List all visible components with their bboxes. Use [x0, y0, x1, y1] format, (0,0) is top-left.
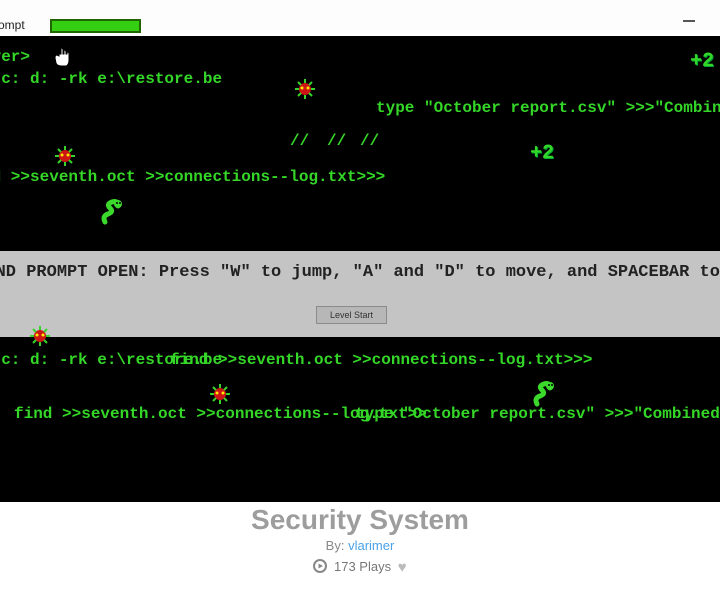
- instruction-overlay: MMAND PROMPT OPEN: Press "W" to jump, "A…: [0, 251, 720, 337]
- stage-text-slashes1: //: [290, 132, 309, 150]
- virus-sprite: [295, 79, 315, 99]
- plays-count: 173 Plays: [334, 559, 391, 574]
- plays-icon: [313, 559, 327, 576]
- stage-text-slashes2: //: [327, 132, 346, 150]
- snake-sprite: [100, 198, 124, 226]
- pointer-cursor-icon: [53, 45, 71, 67]
- stage-text-type1: type "October report.csv" >>>"Combined r…: [376, 99, 720, 117]
- score-plus2-b: +2: [530, 142, 554, 165]
- virus-sprite: [210, 384, 230, 404]
- game-info-footer: Security System By: vlarimer 173 Plays ♥: [0, 500, 720, 576]
- stage-text-find1: nd >>seventh.oct >>connections--log.txt>…: [0, 168, 385, 186]
- score-plus2-a: +2: [690, 50, 714, 73]
- stage-text-type2: type "October report.csv" >>>"Combined r…: [355, 405, 720, 423]
- window-titlebar: l Prompt: [0, 0, 720, 33]
- level-start-button[interactable]: Level Start: [316, 306, 387, 324]
- stage-text-slashes3: //: [360, 132, 379, 150]
- author-link[interactable]: vlarimer: [348, 538, 394, 553]
- window-minimize-button[interactable]: [683, 20, 695, 22]
- stage-text-find2: find >>seventh.oct >>connections--log.tx…: [170, 351, 592, 369]
- virus-sprite: [55, 146, 75, 166]
- virus-sprite: [30, 326, 50, 346]
- stage-text-restore1: e c: d: -rk e:\restore.be: [0, 70, 222, 88]
- snake-sprite: [532, 380, 556, 408]
- plays-row: 173 Plays ♥: [0, 559, 720, 576]
- instruction-text: MMAND PROMPT OPEN: Press "W" to jump, "A…: [0, 263, 720, 282]
- game-viewport[interactable]: ayer> e c: d: -rk e:\restore.be type "Oc…: [0, 36, 720, 502]
- byline: By: vlarimer: [0, 538, 720, 553]
- heart-icon[interactable]: ♥: [398, 559, 407, 576]
- health-bar: [50, 19, 141, 33]
- game-title: Security System: [0, 504, 720, 536]
- by-label: By:: [326, 538, 345, 553]
- stage-text-player: ayer>: [0, 48, 30, 66]
- window-title: l Prompt: [0, 18, 25, 32]
